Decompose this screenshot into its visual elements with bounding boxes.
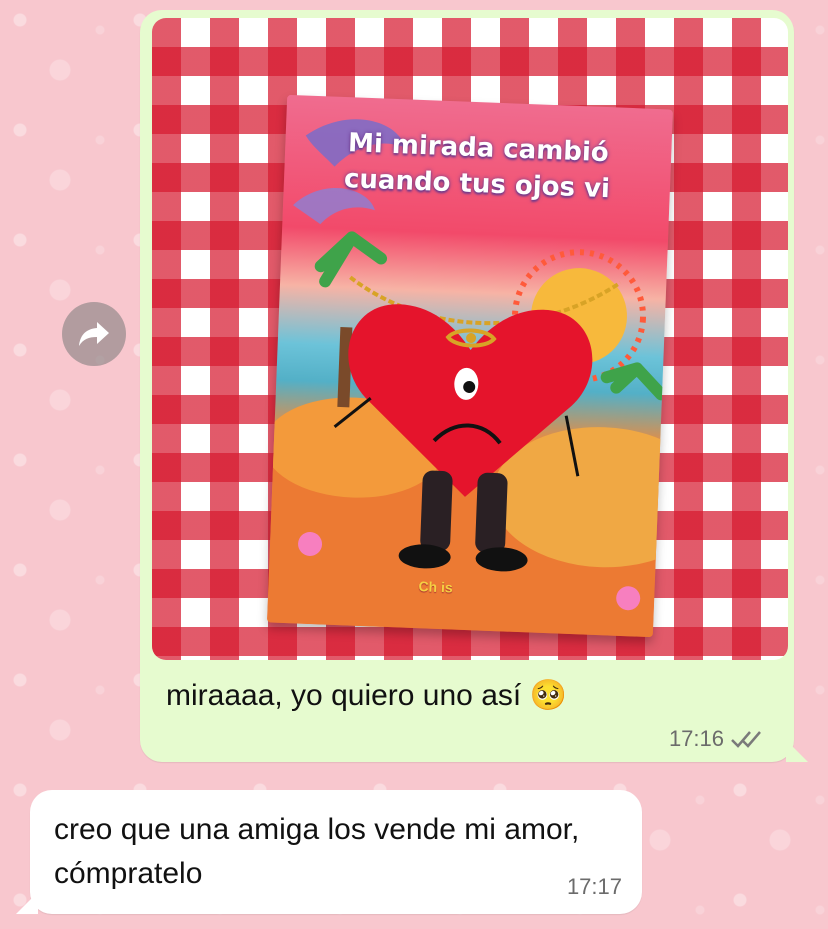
double-check-icon <box>731 731 761 748</box>
forward-button[interactable] <box>62 302 126 366</box>
card-title: Mi mirada cambió cuando tus ojos vi <box>283 123 671 210</box>
sent-message-body: miraaaa, yo quiero uno así <box>166 679 522 712</box>
received-message-time: 17:17 <box>566 874 622 899</box>
received-message-bubble[interactable]: creo que una amiga los vende mi amor, có… <box>16 790 642 914</box>
necklace-card: Mi mirada cambió cuando tus ojos vi Ch i… <box>267 94 673 638</box>
pleading-face-emoji: 🥺 <box>529 679 567 712</box>
bubble-tail <box>16 892 38 914</box>
forward-arrow-icon <box>79 322 109 346</box>
card-brand-logo: Ch is <box>418 578 454 596</box>
received-message-text: creo que una amiga los vende mi amor, có… <box>54 813 580 890</box>
sent-message-time: 17:16 <box>668 726 724 751</box>
sent-message-bubble[interactable]: Mi mirada cambió cuando tus ojos vi Ch i… <box>140 10 808 762</box>
bubble-tail <box>786 740 808 762</box>
sent-message-text: miraaaa, yo quiero uno así 🥺 <box>166 678 567 713</box>
message-meta: 17:16 <box>669 726 764 752</box>
message-photo[interactable]: Mi mirada cambió cuando tus ojos vi Ch i… <box>152 18 788 660</box>
